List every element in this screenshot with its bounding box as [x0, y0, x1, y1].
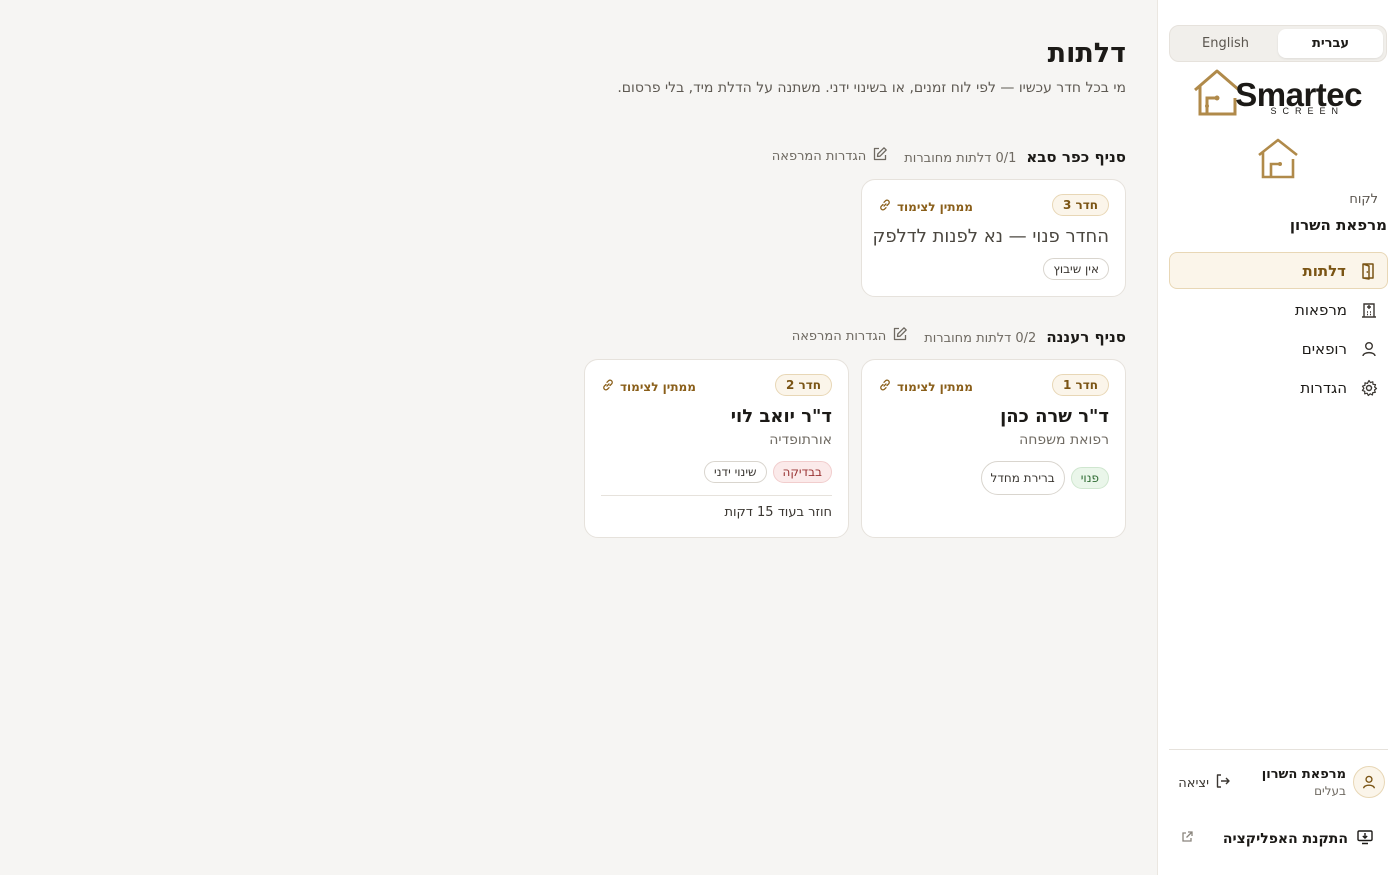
clinic-settings-label: הגדרות המרפאה — [771, 148, 867, 164]
status-chips: אין שיבוץ — [1037, 258, 1109, 280]
status-chip-free: פנוי — [1070, 467, 1109, 489]
sidebar-item-clinics[interactable]: מרפאות — [1169, 291, 1388, 328]
doctor-name: ד"ר שרה כהן — [1000, 406, 1109, 427]
sidebar-item-label: רופאים — [1301, 339, 1347, 358]
user-name: מרפאת השרון — [1261, 767, 1346, 782]
branch-connected-count: 0/1 דלתות מחוברות — [904, 151, 1017, 166]
status-chips: פנוי ברירת מחדל — [975, 461, 1109, 495]
lang-hebrew-button[interactable]: עברית — [1278, 29, 1383, 58]
user-icon — [1363, 775, 1375, 789]
doctor-specialty: רפואת משפחה — [1019, 432, 1109, 448]
status-chips: בבדיקה שינוי ידני — [698, 461, 832, 483]
client-label: לקוח — [1349, 192, 1378, 207]
status-chip-in-exam: בבדיקה — [772, 461, 832, 483]
link-icon — [878, 198, 892, 215]
install-app-label: התקנת האפליקציה — [1222, 831, 1348, 847]
door-icon — [1358, 261, 1378, 281]
branch-header: סניף כפר סבא 0/1 דלתות מחוברות הגדרות המ… — [772, 146, 1126, 166]
return-note: חוזר בעוד 15 דקות — [724, 505, 832, 520]
sidebar-divider — [1169, 749, 1388, 750]
sidebar-item-label: הגדרות — [1300, 378, 1347, 397]
lang-english-button[interactable]: English — [1173, 29, 1278, 58]
door-card-room-1[interactable]: חדר 1 ממתין לצימוד ד"ר שרה כהן רפואת משפ… — [861, 359, 1126, 538]
pairing-label: ממתין לצימוד — [620, 379, 696, 394]
external-link-icon — [1180, 830, 1194, 848]
page-title: דלתות — [1047, 38, 1126, 69]
pairing-label: ממתין לצימוד — [897, 199, 973, 214]
pairing-pending-link[interactable]: ממתין לצימוד — [601, 378, 696, 395]
branch-connected-count: 0/2 דלתות מחוברות — [924, 331, 1037, 346]
edit-icon — [872, 146, 888, 166]
language-switch: עברית English — [1169, 25, 1387, 62]
room-badge: חדר 1 — [1051, 374, 1109, 396]
page-subtitle: מי בכל חדר עכשיו — לפי לוח זמנים, או בשי… — [617, 80, 1126, 96]
sidebar-item-doctors[interactable]: רופאים — [1169, 330, 1388, 367]
install-app-button[interactable]: התקנת האפליקציה — [1180, 828, 1374, 850]
person-icon — [1359, 339, 1379, 359]
branch-name: סניף רעננה — [1046, 328, 1126, 346]
brand-tagline: SCREEN — [1270, 106, 1344, 116]
door-card-room-2[interactable]: חדר 2 ממתין לצימוד ד"ר יואב לוי אורתופדי… — [584, 359, 849, 538]
clinic-settings-label: הגדרות המרפאה — [791, 328, 887, 344]
link-icon — [601, 378, 615, 395]
status-chip-manual-override: שינוי ידני — [704, 461, 767, 483]
card-divider — [601, 495, 832, 496]
avatar[interactable] — [1353, 766, 1385, 798]
sidebar-item-settings[interactable]: הגדרות — [1169, 369, 1388, 406]
status-chip-unassigned: אין שיבוץ — [1043, 258, 1109, 280]
pairing-label: ממתין לצימוד — [897, 379, 973, 394]
house-icon — [1258, 138, 1298, 179]
sidebar-item-label: דלתות — [1302, 261, 1346, 280]
download-monitor-icon — [1356, 828, 1374, 850]
logout-icon — [1215, 773, 1231, 793]
pairing-pending-link[interactable]: ממתין לצימוד — [878, 198, 973, 215]
sidebar-nav: דלתות מרפאות רופאים הגדרות — [1169, 252, 1388, 408]
door-display-text: החדר פנוי — נא לפנות לדלפק — [872, 226, 1109, 247]
logout-button[interactable]: יציאה — [1178, 773, 1231, 793]
branch-name: סניף כפר סבא — [1026, 148, 1126, 166]
sidebar-item-doors[interactable]: דלתות — [1169, 252, 1388, 289]
clinic-settings-link[interactable]: הגדרות המרפאה — [772, 146, 888, 166]
branch-header: סניף רעננה 0/2 דלתות מחוברות הגדרות המרפ… — [792, 326, 1126, 346]
door-card-room-3[interactable]: חדר 3 ממתין לצימוד החדר פנוי — נא לפנות … — [861, 179, 1126, 297]
gear-icon — [1359, 378, 1379, 398]
pairing-pending-link[interactable]: ממתין לצימוד — [878, 378, 973, 395]
edit-icon — [892, 326, 908, 346]
clinic-settings-link[interactable]: הגדרות המרפאה — [792, 326, 908, 346]
sidebar-item-label: מרפאות — [1295, 300, 1347, 319]
status-chip-default: ברירת מחדל — [980, 461, 1065, 495]
link-icon — [878, 378, 892, 395]
building-icon — [1359, 300, 1379, 320]
user-role: בעלים — [1314, 784, 1346, 798]
doctor-name: ד"ר יואב לוי — [730, 406, 832, 427]
doctor-specialty: אורתופדיה — [769, 432, 832, 448]
room-badge: חדר 2 — [774, 374, 832, 396]
logout-label: יציאה — [1178, 775, 1209, 791]
room-badge: חדר 3 — [1051, 194, 1109, 216]
client-name: מרפאת השרון — [1289, 216, 1387, 234]
sidebar: עברית English Smartec SCREEN לקוח מרפאת … — [1157, 0, 1400, 875]
